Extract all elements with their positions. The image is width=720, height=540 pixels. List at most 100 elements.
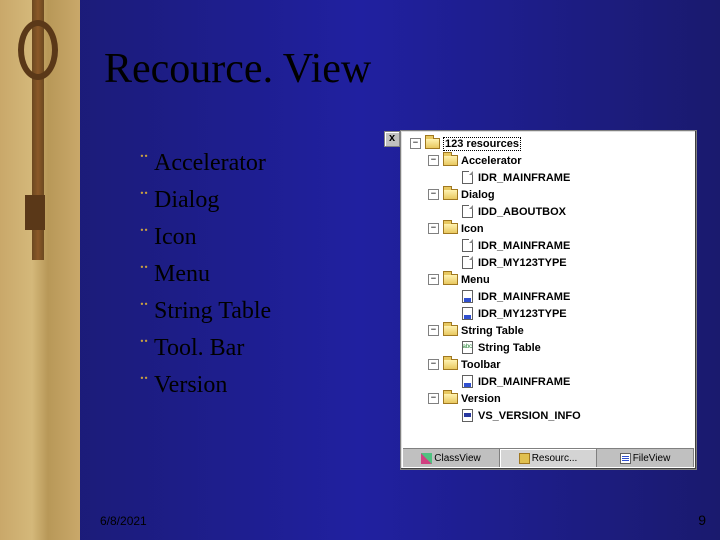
tab-resourceview[interactable]: Resourc... — [500, 449, 597, 467]
version-resource-icon — [459, 409, 475, 423]
tree-label[interactable]: Icon — [461, 223, 484, 235]
collapse-icon[interactable]: − — [428, 274, 439, 285]
collapse-icon[interactable]: − — [428, 359, 439, 370]
footer-page-number: 9 — [698, 512, 706, 528]
menu-resource-icon — [459, 290, 475, 304]
menu-resource-icon — [459, 307, 475, 321]
tree-label[interactable]: IDD_ABOUTBOX — [478, 206, 566, 218]
bullet-marker: ¨ — [140, 372, 148, 398]
tree-folder-version[interactable]: − Version — [403, 390, 694, 407]
collapse-icon[interactable]: − — [410, 138, 421, 149]
bullet-item: ¨Tool. Bar — [140, 335, 271, 362]
footer-date: 6/8/2021 — [100, 514, 147, 528]
dialog-icon — [459, 205, 475, 219]
tree-folder-stringtable[interactable]: − String Table — [403, 322, 694, 339]
folder-open-icon — [442, 358, 458, 372]
bullet-item: ¨Accelerator — [140, 150, 271, 177]
key-ring-decoration — [18, 20, 58, 80]
bullet-marker: ¨ — [140, 187, 148, 213]
tree-label[interactable]: Accelerator — [461, 155, 522, 167]
tree-label[interactable]: Version — [461, 393, 501, 405]
slide-title: Recource. View — [104, 45, 371, 93]
bullet-text: Menu — [154, 261, 210, 287]
tree-label[interactable]: IDR_MAINFRAME — [478, 376, 570, 388]
tree-label[interactable]: IDR_MY123TYPE — [478, 257, 567, 269]
tree-item[interactable]: String Table — [403, 339, 694, 356]
decorative-key-strip — [0, 0, 80, 540]
bullet-text: Accelerator — [154, 150, 266, 176]
tree-label[interactable]: Menu — [461, 274, 490, 286]
folder-open-icon — [442, 324, 458, 338]
bullet-item: ¨Icon — [140, 224, 271, 251]
tree-label[interactable]: String Table — [478, 342, 541, 354]
folder-open-icon — [442, 392, 458, 406]
tab-fileview[interactable]: FileView — [597, 449, 694, 467]
tree-label[interactable]: IDR_MAINFRAME — [478, 291, 570, 303]
collapse-icon[interactable]: − — [428, 393, 439, 404]
bullet-list: ¨Accelerator ¨Dialog ¨Icon ¨Menu ¨String… — [140, 150, 271, 409]
collapse-icon[interactable]: − — [428, 223, 439, 234]
tree-label[interactable]: VS_VERSION_INFO — [478, 410, 581, 422]
folder-open-icon — [442, 273, 458, 287]
bullet-text: Dialog — [154, 187, 219, 213]
bullet-text: Icon — [154, 224, 197, 250]
tab-label: Resourc... — [532, 453, 578, 464]
fileview-icon — [620, 453, 631, 464]
tree-label[interactable]: String Table — [461, 325, 524, 337]
tree-label[interactable]: Toolbar — [461, 359, 501, 371]
tree-item[interactable]: IDR_MY123TYPE — [403, 305, 694, 322]
folder-open-icon — [442, 188, 458, 202]
bullet-item: ¨Version — [140, 372, 271, 399]
stringtable-icon — [459, 341, 475, 355]
resourceview-icon — [519, 453, 530, 464]
tab-label: FileView — [633, 453, 671, 464]
bullet-text: String Table — [154, 298, 271, 324]
resource-tree[interactable]: − 123 resources − Accelerator IDR_MAINFR… — [403, 133, 694, 447]
tree-label[interactable]: Dialog — [461, 189, 495, 201]
classview-icon — [421, 453, 432, 464]
tree-item[interactable]: IDD_ABOUTBOX — [403, 203, 694, 220]
tree-item[interactable]: IDR_MAINFRAME — [403, 237, 694, 254]
collapse-icon[interactable]: − — [428, 155, 439, 166]
bullet-text: Tool. Bar — [154, 335, 244, 361]
resource-view-panel: x − 123 resources − Accelerator IDR_MAIN… — [400, 130, 697, 470]
folder-open-icon — [442, 222, 458, 236]
folder-open-icon — [442, 154, 458, 168]
icon-resource-icon — [459, 239, 475, 253]
tab-label: ClassView — [434, 453, 481, 464]
panel-close-button[interactable]: x — [384, 131, 400, 147]
collapse-icon[interactable]: − — [428, 189, 439, 200]
toolbar-resource-icon — [459, 375, 475, 389]
tree-folder-menu[interactable]: − Menu — [403, 271, 694, 288]
tree-item[interactable]: IDR_MAINFRAME — [403, 169, 694, 186]
accelerator-icon — [459, 171, 475, 185]
tree-root-label[interactable]: 123 resources — [443, 137, 521, 151]
tree-item[interactable]: VS_VERSION_INFO — [403, 407, 694, 424]
tab-classview[interactable]: ClassView — [403, 449, 500, 467]
tree-folder-accelerator[interactable]: − Accelerator — [403, 152, 694, 169]
tree-folder-toolbar[interactable]: − Toolbar — [403, 356, 694, 373]
tree-item[interactable]: IDR_MY123TYPE — [403, 254, 694, 271]
tree-label[interactable]: IDR_MY123TYPE — [478, 308, 567, 320]
bullet-item: ¨Menu — [140, 261, 271, 288]
workspace-tabs: ClassView Resourc... FileView — [403, 448, 694, 467]
bullet-marker: ¨ — [140, 261, 148, 287]
tree-folder-icon[interactable]: − Icon — [403, 220, 694, 237]
tree-item[interactable]: IDR_MAINFRAME — [403, 288, 694, 305]
bullet-text: Version — [154, 372, 227, 398]
folder-open-icon — [424, 137, 440, 151]
tree-label[interactable]: IDR_MAINFRAME — [478, 240, 570, 252]
tree-folder-dialog[interactable]: − Dialog — [403, 186, 694, 203]
bullet-item: ¨String Table — [140, 298, 271, 325]
tree-item[interactable]: IDR_MAINFRAME — [403, 373, 694, 390]
bullet-item: ¨Dialog — [140, 187, 271, 214]
bullet-marker: ¨ — [140, 224, 148, 250]
bullet-marker: ¨ — [140, 335, 148, 361]
bullet-marker: ¨ — [140, 298, 148, 324]
key-bit-decoration — [25, 195, 45, 230]
collapse-icon[interactable]: − — [428, 325, 439, 336]
icon-resource-icon — [459, 256, 475, 270]
tree-root[interactable]: − 123 resources — [403, 135, 694, 152]
tree-label[interactable]: IDR_MAINFRAME — [478, 172, 570, 184]
bullet-marker: ¨ — [140, 150, 148, 176]
